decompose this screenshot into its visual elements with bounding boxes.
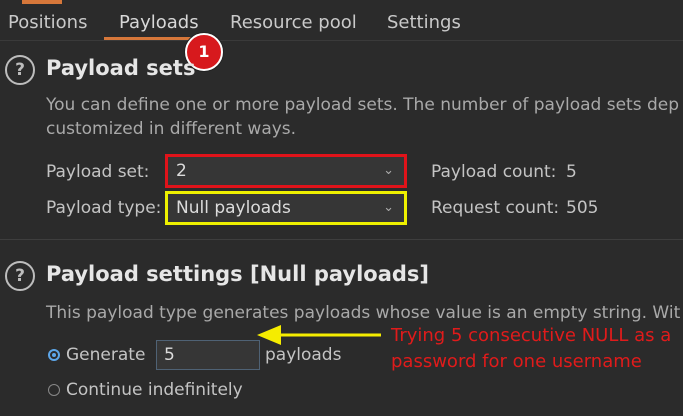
generate-radio-icon[interactable]: [48, 349, 60, 361]
annotation-line1: Trying 5 consecutive NULL as a: [391, 325, 672, 346]
help-icon[interactable]: ?: [5, 261, 35, 291]
payload-settings-description: This payload type generates payloads who…: [46, 303, 681, 323]
continue-radio-icon[interactable]: [48, 384, 60, 396]
generate-label[interactable]: Generate: [66, 345, 145, 365]
request-count-label: Request count:: [431, 198, 560, 218]
tab-settings[interactable]: Settings: [387, 12, 461, 33]
chevron-down-icon: ⌄: [383, 200, 394, 215]
tab-resource-pool[interactable]: Resource pool: [230, 12, 357, 33]
continue-indefinitely-label[interactable]: Continue indefinitely: [66, 380, 243, 400]
generate-count-input[interactable]: 5: [156, 340, 260, 370]
payload-sets-description-line2: customized in different ways.: [46, 119, 297, 139]
arrow-left-icon: [257, 325, 381, 345]
payload-count-label: Payload count:: [431, 162, 557, 182]
payload-set-label: Payload set:: [46, 162, 150, 182]
tab-positions[interactable]: Positions: [8, 12, 87, 33]
payload-settings-title: Payload settings [Null payloads]: [46, 262, 429, 286]
payload-type-select[interactable]: Null payloads ⌄: [165, 191, 407, 225]
payload-type-value: Null payloads: [176, 198, 291, 218]
payload-type-label: Payload type:: [46, 198, 162, 218]
section-divider: [0, 239, 683, 240]
payload-set-select[interactable]: 2 ⌄: [165, 154, 407, 188]
tab-payloads[interactable]: Payloads: [119, 12, 199, 33]
chevron-down-icon: ⌄: [383, 163, 394, 178]
payload-set-value: 2: [176, 161, 187, 181]
annotation-line2: password for one username: [391, 351, 642, 372]
payload-sets-title: Payload sets: [46, 56, 196, 80]
payload-sets-description-line1: You can define one or more payload sets.…: [46, 95, 680, 115]
request-count-value: 505: [566, 198, 599, 218]
help-icon[interactable]: ?: [5, 55, 35, 85]
payload-count-value: 5: [566, 162, 577, 182]
top-accent-line: [22, 0, 62, 4]
